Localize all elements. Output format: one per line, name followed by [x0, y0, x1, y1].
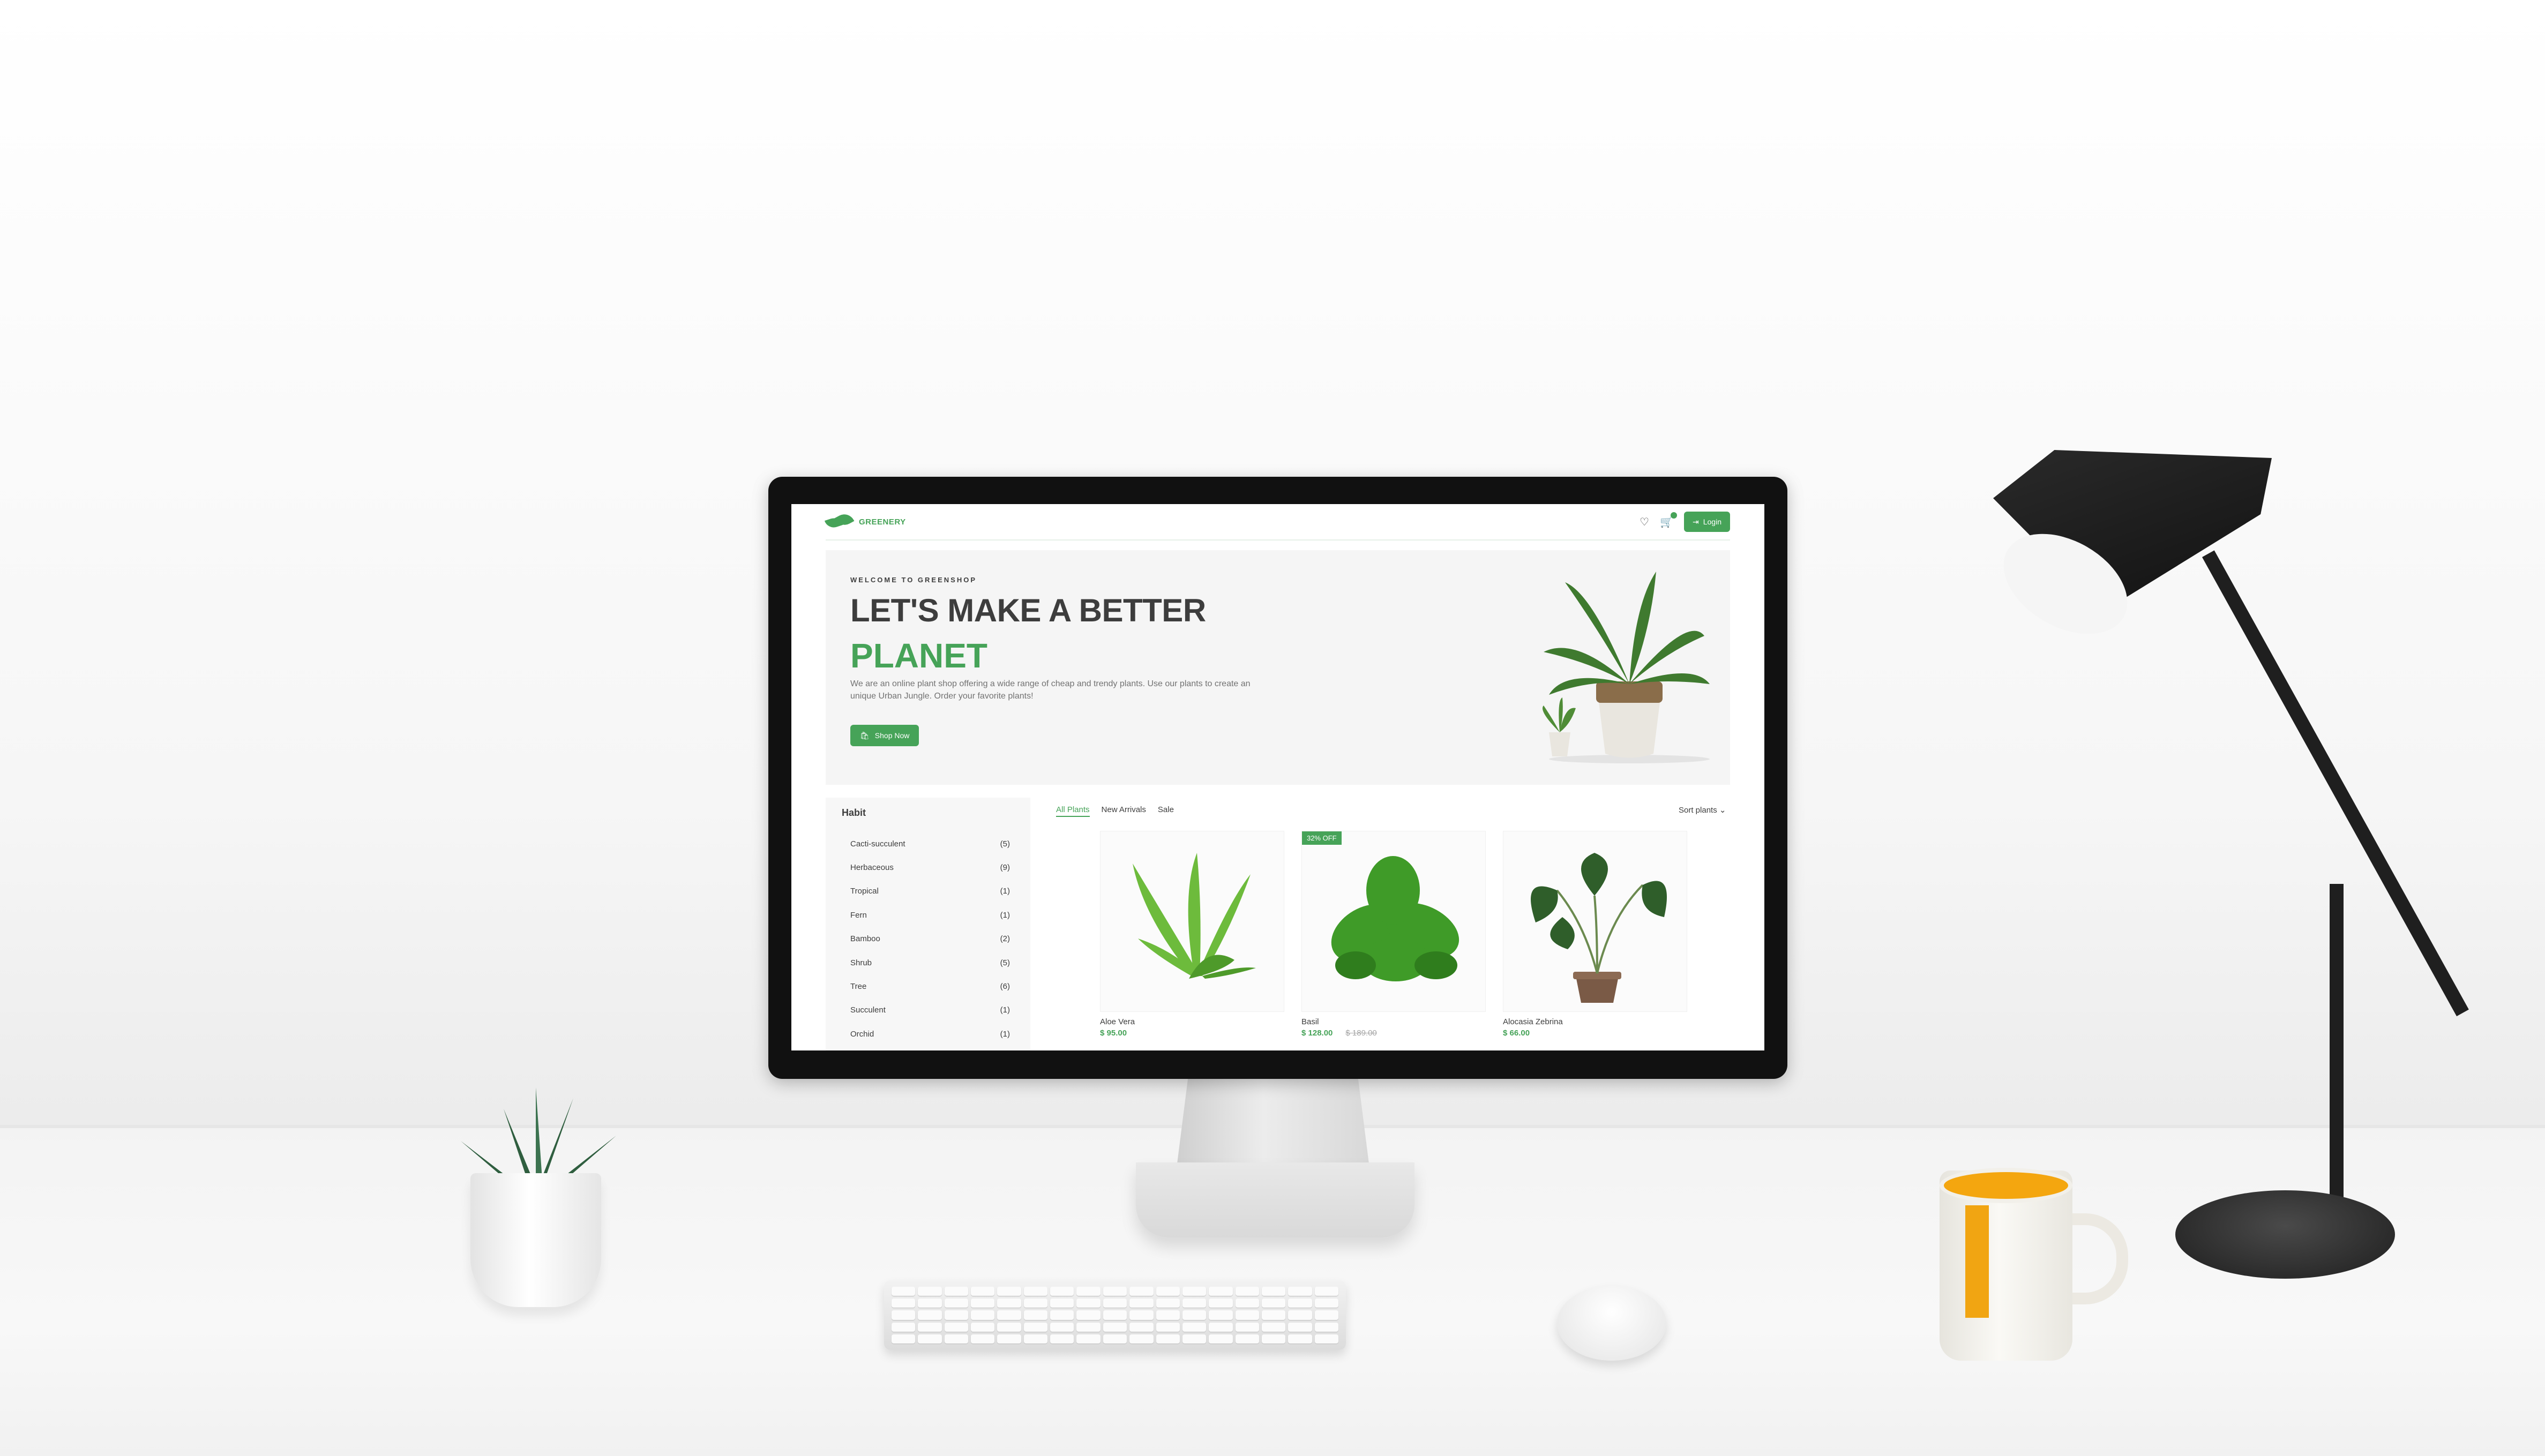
- tab-sale[interactable]: Sale: [1158, 805, 1174, 817]
- product-price-row: $ 128.00 $ 189.00: [1301, 1029, 1486, 1038]
- heart-icon[interactable]: ♡: [1640, 515, 1649, 529]
- mug-rim: [1940, 1168, 2072, 1203]
- category-label: Fern: [850, 910, 867, 920]
- aloe-vera-image: [1133, 853, 1256, 979]
- product-name: Aloe Vera: [1100, 1017, 1135, 1026]
- chevron-down-icon: ⌄: [1719, 806, 1726, 815]
- category-count: (5): [1000, 839, 1010, 849]
- mug-stripe: [1965, 1205, 1989, 1318]
- category-label: Orchid: [850, 1029, 874, 1039]
- product-card[interactable]: 32% OFF Basil $ 128.00 $ 189.00: [1301, 831, 1486, 1038]
- plant-pot: [470, 1173, 601, 1307]
- category-count: (9): [1000, 863, 1010, 873]
- basil-image: [1331, 856, 1459, 981]
- lamp-pole: [2330, 884, 2344, 1227]
- product-price: $ 128.00: [1301, 1029, 1333, 1038]
- product-price-row: $ 66.00: [1503, 1029, 1687, 1038]
- category-item[interactable]: Bamboo (2): [850, 927, 1010, 951]
- cart-icon[interactable]: 🛒: [1660, 512, 1677, 529]
- shop-now-button[interactable]: 🛍 Shop Now: [850, 725, 919, 746]
- category-label: Tree: [850, 982, 867, 992]
- product-card[interactable]: Aloe Vera $ 95.00: [1100, 831, 1284, 1038]
- category-item[interactable]: Cacti-succulent (5): [850, 832, 1010, 855]
- sort-label: Sort plants: [1679, 806, 1717, 815]
- brand-name: GREENERY: [859, 517, 906, 527]
- category-item[interactable]: Succulent (1): [850, 999, 1010, 1022]
- lamp-base: [2175, 1190, 2395, 1279]
- tab-all-plants[interactable]: All Plants: [1056, 805, 1090, 817]
- category-label: Herbaceous: [850, 863, 894, 873]
- category-count: (5): [1000, 958, 1010, 967]
- shop-now-label: Shop Now: [874, 731, 910, 740]
- category-count: (6): [1000, 982, 1010, 992]
- hero-plant-image: [1543, 572, 1710, 763]
- monitor-screen: GREENERY ♡ 🛒 ⇥ Login WELCOME TO GREENSHO…: [791, 504, 1764, 1050]
- category-item[interactable]: Tropical (1): [850, 880, 1010, 903]
- shopping-bag-icon: 🛍: [860, 731, 870, 740]
- product-price: $ 66.00: [1503, 1029, 1530, 1038]
- category-item[interactable]: Herbaceous (9): [850, 855, 1010, 879]
- hero-description: We are an online plant shop offering a w…: [850, 679, 1251, 701]
- sidebar-title: Habit: [842, 807, 866, 818]
- login-icon: ⇥: [1693, 517, 1699, 526]
- product-price: $ 95.00: [1100, 1029, 1127, 1038]
- category-count: (1): [1000, 887, 1010, 896]
- category-item[interactable]: Tree (6): [850, 974, 1010, 998]
- product-old-price: $ 189.00: [1345, 1029, 1377, 1038]
- product-image[interactable]: [1100, 831, 1284, 1012]
- leaf-logo-icon: [826, 514, 854, 530]
- category-list: Cacti-succulent (5) Herbaceous (9) Tropica…: [850, 832, 1010, 1046]
- hero-banner: WELCOME TO GREENSHOP LET'S MAKE A BETTER…: [826, 550, 1730, 785]
- login-button[interactable]: ⇥ Login: [1684, 512, 1730, 532]
- product-image[interactable]: [1503, 831, 1687, 1012]
- sort-dropdown[interactable]: Sort plants ⌄: [1679, 805, 1726, 815]
- hero-kicker: WELCOME TO GREENSHOP: [850, 576, 977, 584]
- cart-badge: [1671, 512, 1677, 519]
- product-grid: Aloe Vera $ 95.00 32% OFF Basil $ 128.00…: [1100, 831, 1687, 1038]
- product-price-row: $ 95.00: [1100, 1029, 1284, 1038]
- category-label: Succulent: [850, 1005, 886, 1015]
- category-label: Cacti-succulent: [850, 839, 905, 849]
- category-item[interactable]: Shrub (5): [850, 951, 1010, 974]
- category-count: (2): [1000, 934, 1010, 944]
- category-label: Bamboo: [850, 934, 880, 944]
- category-item[interactable]: Orchid (1): [850, 1022, 1010, 1046]
- hero-title-line1: LET'S MAKE A BETTER: [850, 592, 1206, 628]
- monitor-stand-neck: [1177, 1077, 1369, 1168]
- category-sidebar: Habit Cacti-succulent (5) Herbaceous (9) T…: [826, 798, 1030, 1050]
- product-card[interactable]: Alocasia Zebrina $ 66.00: [1503, 831, 1687, 1038]
- login-label: Login: [1703, 517, 1721, 526]
- website: GREENERY ♡ 🛒 ⇥ Login WELCOME TO GREENSHO…: [791, 504, 1764, 1050]
- mouse: [1557, 1286, 1666, 1361]
- category-count: (1): [1000, 1005, 1010, 1015]
- product-image[interactable]: 32% OFF: [1301, 831, 1486, 1012]
- category-count: (1): [1000, 910, 1010, 920]
- header-actions: ♡ 🛒 ⇥ Login: [1640, 512, 1730, 532]
- monitor-stand-base: [1136, 1162, 1414, 1237]
- product-name: Basil: [1301, 1017, 1319, 1026]
- category-label: Shrub: [850, 958, 872, 967]
- category-label: Tropical: [850, 887, 879, 896]
- keyboard: [884, 1280, 1346, 1350]
- hero-title-line2: PLANET: [850, 636, 987, 675]
- brand-logo[interactable]: GREENERY: [826, 514, 906, 530]
- category-count: (1): [1000, 1029, 1010, 1039]
- product-tabs: All Plants New Arrivals Sale: [1056, 805, 1174, 817]
- site-header: GREENERY ♡ 🛒 ⇥ Login: [826, 504, 1730, 541]
- tab-new-arrivals[interactable]: New Arrivals: [1102, 805, 1146, 817]
- category-item[interactable]: Fern (1): [850, 903, 1010, 927]
- discount-badge: 32% OFF: [1302, 831, 1342, 845]
- alocasia-image: [1531, 853, 1667, 1003]
- product-name: Alocasia Zebrina: [1503, 1017, 1563, 1026]
